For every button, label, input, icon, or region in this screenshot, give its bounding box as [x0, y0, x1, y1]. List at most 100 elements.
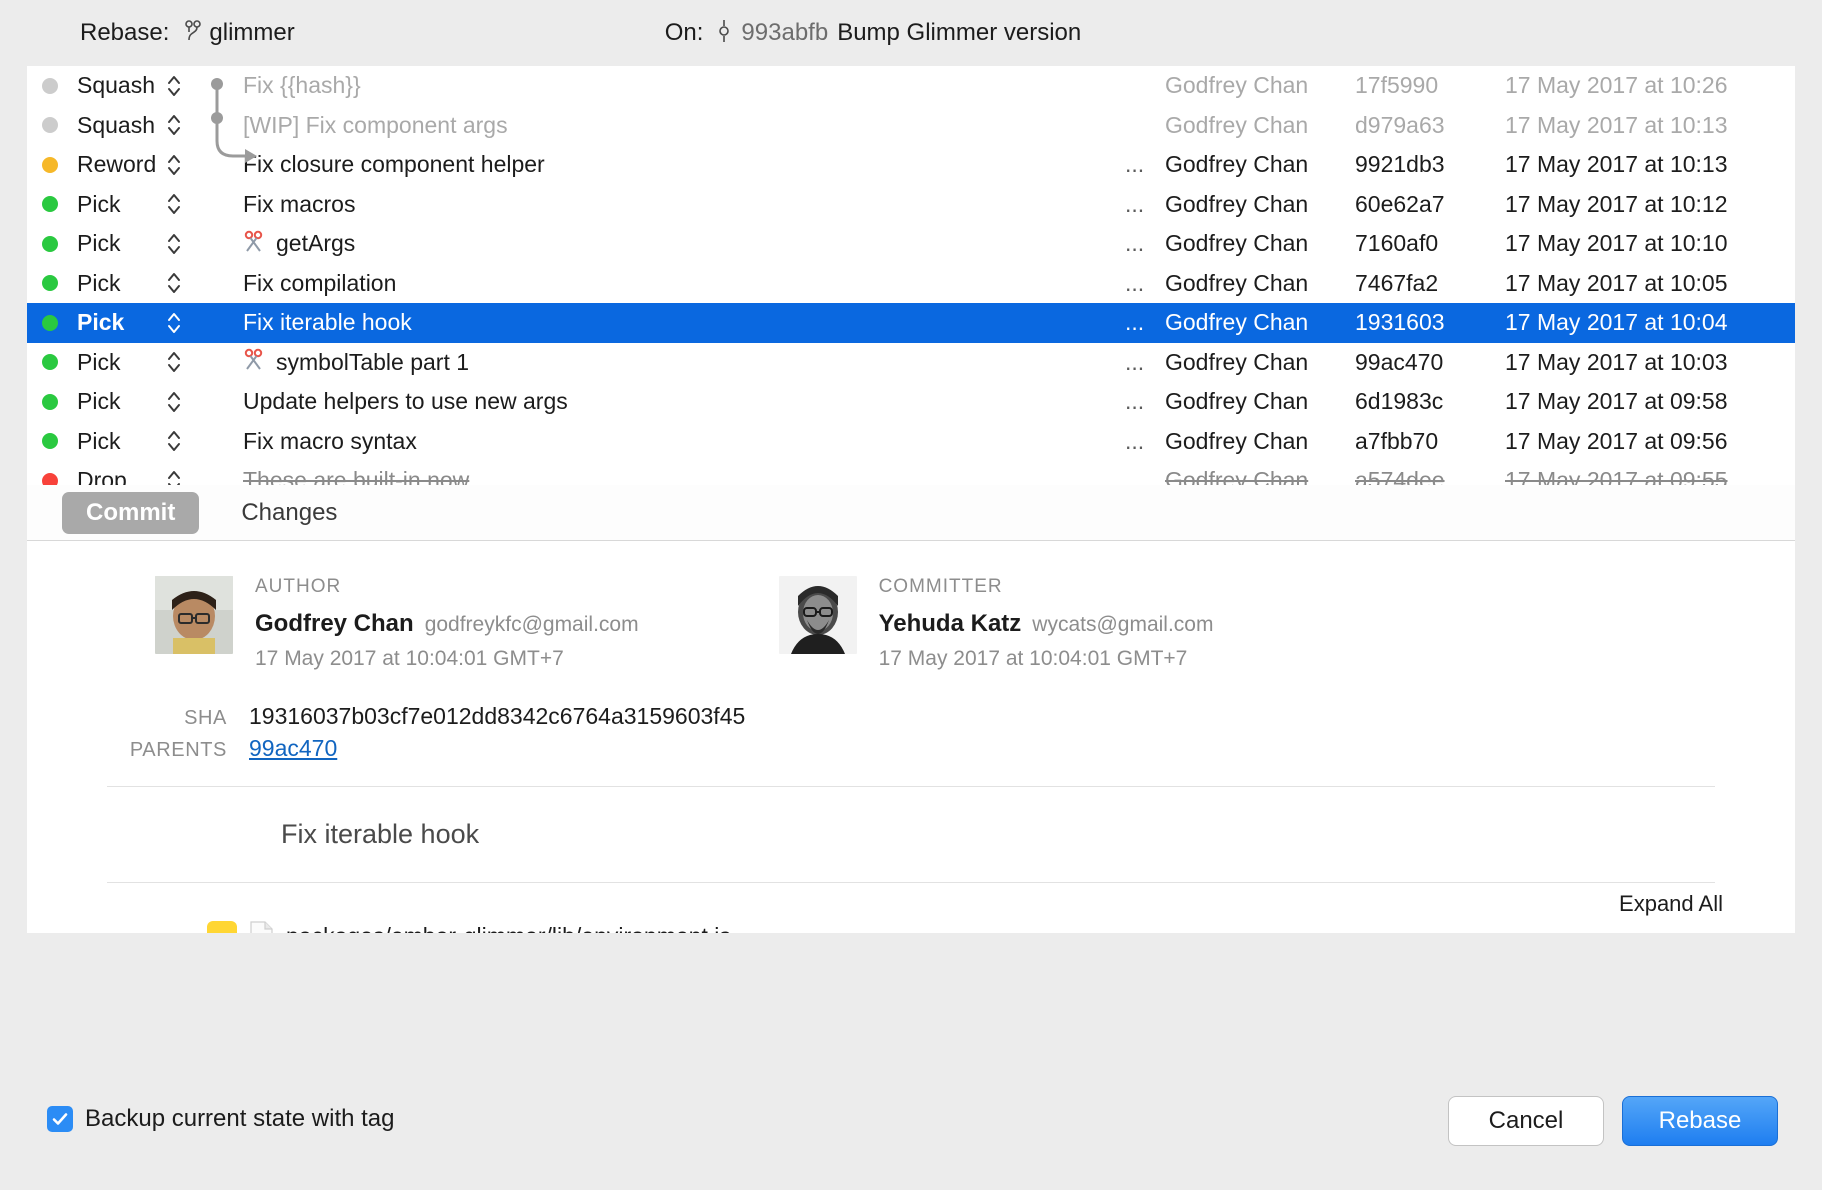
commit-action-label[interactable]: Reword — [77, 151, 163, 178]
action-stepper-icon[interactable] — [163, 427, 185, 455]
commit-more-ellipsis[interactable]: ... — [1125, 428, 1165, 455]
author-info: AUTHOR Godfrey Chan godfreykfc@gmail.com… — [255, 576, 639, 671]
commit-row[interactable]: PicksymbolTable part 1...Godfrey Chan99a… — [27, 343, 1795, 383]
action-stepper-icon[interactable] — [163, 348, 185, 376]
commit-more-ellipsis[interactable]: ... — [1125, 151, 1165, 178]
changed-files-list: •••JSpackages/ember-glimmer/lib/environm… — [27, 921, 1795, 933]
commit-action-dot — [42, 275, 58, 291]
commit-hash: d979a63 — [1355, 112, 1505, 139]
committer-role-label: COMMITTER — [879, 576, 1214, 598]
commit-action-label[interactable]: Pick — [77, 349, 163, 376]
onto-sha: 993abfb — [741, 19, 828, 47]
commit-action-label[interactable]: Squash — [77, 72, 163, 99]
action-stepper-icon[interactable] — [163, 190, 185, 218]
commit-more-ellipsis[interactable]: ... — [1125, 191, 1165, 218]
commit-author: Godfrey Chan — [1165, 230, 1355, 257]
detail-tabs: Commit Changes — [27, 485, 1795, 541]
sha-row: SHA 19316037b03cf7e012dd8342c6764a315960… — [87, 703, 1795, 730]
commit-graph-cell — [185, 264, 238, 304]
commit-row[interactable]: Pick getArgs...Godfrey Chan7160af017 May … — [27, 224, 1795, 264]
commit-message-cell: Update helpers to use new args — [243, 388, 1125, 415]
cancel-button[interactable]: Cancel — [1448, 1096, 1604, 1146]
commit-action-dot — [42, 315, 58, 331]
commit-graph-cell — [185, 422, 238, 462]
commit-date: 17 May 2017 at 09:56 — [1505, 428, 1795, 455]
commit-author: Godfrey Chan — [1165, 112, 1355, 139]
backup-label: Backup current state with tag — [85, 1105, 395, 1133]
git-commit-icon — [717, 18, 731, 49]
action-stepper-icon[interactable] — [163, 467, 185, 485]
commit-action-dot — [42, 236, 58, 252]
commit-row[interactable]: SquashFix {{hash}}Godfrey Chan17f599017 … — [27, 66, 1795, 106]
commit-action-label[interactable]: Pick — [77, 309, 163, 336]
commit-more-ellipsis[interactable]: ... — [1125, 270, 1165, 297]
commit-row[interactable]: Pick Update helpers to use new args...God… — [27, 382, 1795, 422]
commit-more-ellipsis[interactable]: ... — [1125, 388, 1165, 415]
commit-message-cell: Fix closure component helper — [243, 151, 1125, 178]
commit-action-label[interactable]: Pick — [77, 191, 163, 218]
rebase-button[interactable]: Rebase — [1622, 1096, 1778, 1146]
commit-row[interactable]: PickFix compilation...Godfrey Chan7467fa… — [27, 264, 1795, 304]
commit-action-label[interactable]: Drop — [77, 467, 163, 485]
commit-message-text: [WIP] Fix component args — [243, 112, 508, 139]
commit-message-text: getArgs — [276, 230, 355, 257]
action-stepper-icon[interactable] — [163, 269, 185, 297]
commit-more-ellipsis[interactable]: ... — [1125, 349, 1165, 376]
commit-hash: 6d1983c — [1355, 388, 1505, 415]
tab-commit[interactable]: Commit — [62, 492, 199, 534]
commit-more-ellipsis[interactable]: ... — [1125, 230, 1165, 257]
git-branch-icon — [185, 18, 201, 49]
file-status-badge: ••• — [207, 921, 237, 933]
commit-date: 17 May 2017 at 10:13 — [1505, 151, 1795, 178]
author-email: godfreykfc@gmail.com — [425, 613, 639, 637]
tab-changes[interactable]: Changes — [217, 492, 361, 534]
commit-row[interactable]: DropThese are built-in nowGodfrey Chana5… — [27, 461, 1795, 485]
commit-action-label[interactable]: Pick — [77, 270, 163, 297]
commit-row[interactable]: PickFix macro syntax...Godfrey Chana7fbb… — [27, 422, 1795, 462]
commit-message-text: Fix compilation — [243, 270, 396, 297]
action-stepper-icon[interactable] — [163, 230, 185, 258]
commit-row[interactable]: PickFix iterable hook...Godfrey Chan1931… — [27, 303, 1795, 343]
action-stepper-icon[interactable] — [163, 388, 185, 416]
action-stepper-icon[interactable] — [163, 111, 185, 139]
rebase-label: Rebase: — [80, 19, 169, 47]
action-stepper-icon[interactable] — [163, 72, 185, 100]
action-stepper-icon[interactable] — [163, 151, 185, 179]
commit-row[interactable]: RewordFix closure component helper...God… — [27, 145, 1795, 185]
file-row[interactable]: •••JSpackages/ember-glimmer/lib/environm… — [27, 921, 1795, 933]
commit-graph-cell — [185, 106, 238, 146]
action-stepper-icon[interactable] — [163, 309, 185, 337]
commit-author: Godfrey Chan — [1165, 388, 1355, 415]
commit-more-ellipsis[interactable]: ... — [1125, 309, 1165, 336]
author-role-label: AUTHOR — [255, 576, 639, 598]
commit-list[interactable]: SquashFix {{hash}}Godfrey Chan17f599017 … — [27, 66, 1795, 485]
commit-date: 17 May 2017 at 10:10 — [1505, 230, 1795, 257]
commit-detail-pane: AUTHOR Godfrey Chan godfreykfc@gmail.com… — [27, 541, 1795, 933]
commit-author: Godfrey Chan — [1165, 428, 1355, 455]
commit-hash: 7160af0 — [1355, 230, 1505, 257]
source-branch: glimmer — [185, 18, 294, 49]
commit-message-cell: These are built-in now — [243, 467, 1125, 485]
author-name: Godfrey Chan — [255, 610, 414, 638]
commit-action-label[interactable]: Pick — [77, 388, 163, 415]
commit-graph-cell — [185, 461, 238, 485]
commit-action-label[interactable]: Pick — [77, 230, 163, 257]
commit-meta: SHA 19316037b03cf7e012dd8342c6764a315960… — [27, 703, 1795, 762]
commit-message-text: Update helpers to use new args — [243, 388, 568, 415]
backup-checkbox[interactable] — [47, 1106, 73, 1132]
backup-option[interactable]: Backup current state with tag — [47, 1105, 395, 1133]
parent-commit-link[interactable]: 99ac470 — [249, 735, 337, 762]
commit-graph-cell — [185, 185, 238, 225]
commit-action-label[interactable]: Pick — [77, 428, 163, 455]
parents-label: PARENTS — [87, 739, 227, 762]
commit-action-label[interactable]: Squash — [77, 112, 163, 139]
file-path: packages/ember-glimmer/lib/environment.j… — [286, 923, 731, 934]
commit-graph-cell — [185, 382, 238, 422]
commit-row[interactable]: Squash [WIP] Fix component args Godfrey Ch… — [27, 106, 1795, 146]
commit-date: 17 May 2017 at 09:55 — [1505, 467, 1795, 485]
rebase-dialog: Rebase: glimmer On: 993abf — [0, 0, 1822, 1190]
author-block: AUTHOR Godfrey Chan godfreykfc@gmail.com… — [155, 576, 639, 671]
committer-email: wycats@gmail.com — [1032, 613, 1213, 637]
expand-all-button[interactable]: Expand All — [1619, 891, 1723, 917]
commit-row[interactable]: PickFix macros...Godfrey Chan60e62a717 M… — [27, 185, 1795, 225]
